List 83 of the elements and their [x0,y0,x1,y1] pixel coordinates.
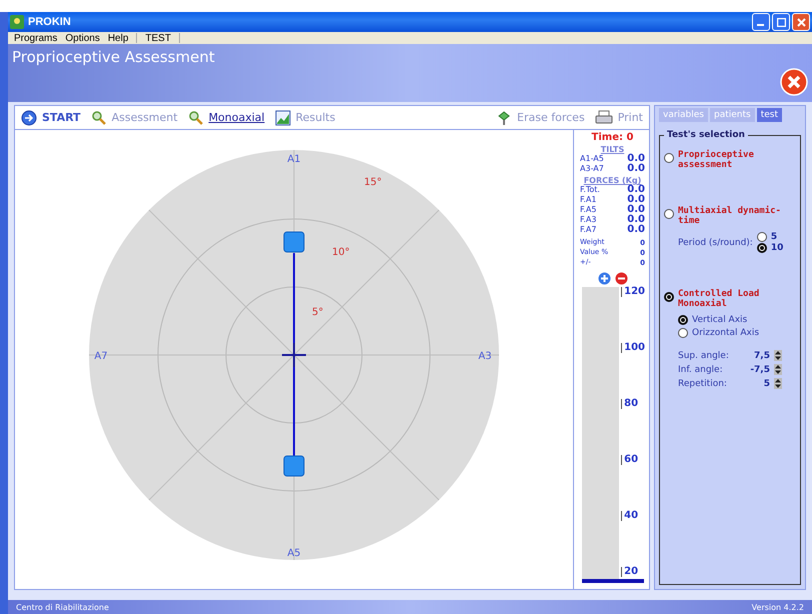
param-value: 5 [762,378,770,388]
readout-value: 0.0 [627,185,645,195]
section-heading: TILTS [600,145,626,154]
readout-value: 0.0 [627,225,645,235]
gauge-tick: 100 [621,342,645,353]
menu-item[interactable]: Options [61,32,104,44]
spinner-icon[interactable] [774,350,782,361]
axis-label: A3 [478,350,492,362]
readout-value: 0.0 [627,215,645,225]
gauge-tick: 80 [621,398,645,409]
gauge-tick: 20 [621,566,645,577]
arrow-circle-icon [21,110,37,126]
test-option[interactable]: Controlled Load Monoaxial [664,289,796,309]
ring-label: 15° [364,176,382,188]
radio-icon[interactable] [664,292,674,302]
radio-icon[interactable] [678,315,688,325]
axis-label: A5 [287,548,301,558]
window-title: PROKIN [28,16,71,28]
period-label: Period (s/round): [678,238,753,248]
crosshair-icon [281,342,307,368]
maximize-icon [776,18,786,26]
plus-icon[interactable] [598,272,610,285]
readout-label: F.Tot. [580,185,600,195]
param-label: Repetition: [678,378,728,388]
lower-marker [284,455,304,476]
test-option[interactable]: Multiaxial dynamic-time [664,206,796,226]
readout-label: A3-A7 [580,164,604,174]
upper-marker [284,231,304,252]
menu-item[interactable]: Programs [10,32,62,44]
version-text: Version 4.2.2 [752,602,804,612]
close-icon[interactable] [780,68,808,96]
readout-value: 0.0 [627,205,645,215]
minus-icon[interactable] [614,272,628,285]
axis-label: A7 [94,350,108,362]
page-title: Proprioceptive Assessment [12,48,215,68]
spinner-icon[interactable] [774,364,782,375]
group-title: Test's selection [666,130,746,140]
readout-value: 0.0 [627,195,645,205]
tab[interactable]: test [756,108,782,122]
radio-icon[interactable] [664,153,674,163]
ring-label: 10° [332,246,350,258]
toolbar-button[interactable]: Monoaxial [188,110,265,126]
axis-label: A1 [287,154,301,164]
readout-label: F.A1 [580,195,596,205]
gauge-tick: 40 [621,510,645,521]
close-icon [796,18,806,26]
period-option[interactable]: 5 [756,232,784,242]
axis-option[interactable]: Vertical Axis [678,315,796,325]
readout-label: F.A5 [580,205,596,215]
toolbar-button[interactable]: START [21,110,81,126]
radio-icon[interactable] [756,232,767,242]
radio-icon[interactable] [756,243,767,253]
ring-label: 5° [312,306,324,318]
minimize-button[interactable] [752,13,770,31]
menu-item[interactable]: TEST [141,32,175,44]
close-button[interactable] [792,13,810,31]
gauge-tick: 120 [621,287,645,297]
radio-icon[interactable] [664,209,674,219]
radio-icon[interactable] [678,328,688,338]
axis-option[interactable]: Orizzontal Axis [678,328,796,338]
param-label: Inf. angle: [678,364,724,374]
readout-label: F.A3 [580,215,596,225]
param-value: 7,5 [753,350,770,360]
printer-icon [594,110,613,126]
section-heading: FORCES (Kg) [582,176,642,185]
status-text: Centro di Riabilitazione [16,602,109,612]
param-label: Sup. angle: [678,350,730,360]
magnifier-icon [188,110,204,126]
period-option[interactable]: 10 [756,243,784,253]
readout-label: F.A7 [580,225,596,235]
chart-icon [274,110,291,126]
maximize-button[interactable] [772,13,790,31]
param-value: -7,5 [749,364,770,374]
spinner-icon[interactable] [774,378,782,389]
readout-label: A1-A5 [580,154,604,164]
gauge-tick: 60 [621,454,645,465]
app-icon [10,15,24,29]
readout-value: 0.0 [627,164,645,174]
magnifier-icon [90,110,107,126]
readout-value: 0.0 [627,154,645,164]
test-option[interactable]: Proprioceptive assessment [664,150,796,170]
time-readout: Time: 0 [590,132,634,143]
menu-item[interactable]: Help [104,32,132,44]
